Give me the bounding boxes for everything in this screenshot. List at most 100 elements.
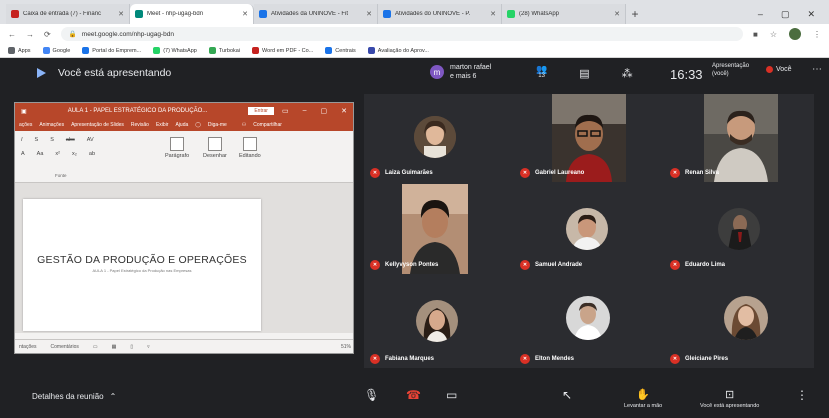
editing-group[interactable]: Editando <box>239 137 261 159</box>
presenting-button[interactable]: ⊡ Você está apresentando <box>700 388 759 409</box>
font-size-icon[interactable]: Aa <box>37 151 44 157</box>
menu-icon[interactable]: ⋮ <box>813 30 821 39</box>
camera-button[interactable]: ▭ <box>446 388 457 402</box>
share-button[interactable]: Compartilhar <box>253 122 282 128</box>
bookmark[interactable]: Word em PDF - Co... <box>252 47 313 54</box>
tell-me-field[interactable]: Diga-me <box>208 122 227 128</box>
raise-hand-button[interactable]: ✋ Levantar a mão <box>624 388 662 409</box>
participant-name-tag: ✕ Eduardo Lima <box>670 260 725 270</box>
participants-button[interactable]: 👥 13 <box>536 65 547 80</box>
whatsapp-icon <box>153 47 161 54</box>
close-window-icon[interactable]: ✕ <box>807 9 815 20</box>
browser-tab[interactable]: Atividades do UNINOVE - P. ✕ <box>378 4 502 24</box>
strikethrough-icon[interactable]: abc <box>66 137 75 143</box>
normal-view-icon[interactable]: ▭ <box>93 344 98 350</box>
participant-tile[interactable]: ✕ Eduardo Lima <box>664 182 814 274</box>
participant-name-tag: ✕ Gleiciane Pires <box>670 354 728 364</box>
notes-label[interactable]: ntações <box>19 344 37 350</box>
subscript-icon[interactable]: x₂ <box>72 151 77 157</box>
strikethrough-s-icon[interactable]: S <box>35 137 39 143</box>
participant-tile[interactable]: ✕ Laiza Guimarães <box>364 94 514 182</box>
meet-icon <box>135 10 143 18</box>
bookmark[interactable]: Avaliação do Aprov... <box>367 47 429 54</box>
back-icon[interactable]: ← <box>8 30 16 39</box>
site-icon <box>383 10 391 18</box>
microphone-button[interactable]: 🎙 <box>364 388 379 402</box>
menu-item[interactable]: Exibir <box>156 122 169 128</box>
browser-tab-active[interactable]: Meet - nhp-ugag-bdn ✕ <box>130 4 254 24</box>
zoom-level[interactable]: 51% <box>341 344 351 350</box>
more-options-icon[interactable]: ⋯ <box>812 64 822 75</box>
site-icon <box>367 47 375 54</box>
slideshow-icon[interactable]: ▿ <box>147 344 150 350</box>
ppt-menu-bar: ações Animações Apresentação de Slides R… <box>15 119 353 131</box>
font-color-icon[interactable]: A <box>21 151 25 157</box>
maximize-icon[interactable]: ▢ <box>781 9 790 20</box>
superscript-icon[interactable]: x² <box>55 151 60 157</box>
close-icon[interactable]: ✕ <box>366 10 372 18</box>
participant-tile[interactable]: ✕ Kellyvyson Pontes <box>364 182 514 274</box>
activities-icon[interactable]: ⁂ <box>622 67 633 80</box>
presentation-owner: (você) <box>712 71 729 77</box>
participant-tile[interactable]: ✕ Gleiciane Pires <box>664 274 814 368</box>
menu-item[interactable]: ações <box>19 122 32 128</box>
signin-button[interactable]: Entrar <box>248 107 274 115</box>
spacing-icon[interactable]: AV <box>87 137 94 143</box>
leave-call-button[interactable]: ☎ <box>406 388 421 402</box>
ppt-workspace: GESTÃO DA PRODUÇÃO E OPERAÇÕES AULA 1 - … <box>15 183 353 333</box>
presentation-tile-label[interactable]: Apresentação (você) <box>712 62 749 78</box>
sorter-view-icon[interactable]: ▦ <box>112 344 117 350</box>
participant-tile[interactable]: ✕ Elton Mendes <box>514 274 664 368</box>
star-icon[interactable]: ☆ <box>770 30 777 39</box>
participant-tile[interactable]: ✕ Fabiana Marques <box>364 274 514 368</box>
paragraph-group[interactable]: Parágrafo <box>165 137 189 159</box>
participant-name-tag: ✕ Laiza Guimarães <box>370 168 433 178</box>
slide-canvas[interactable]: GESTÃO DA PRODUÇÃO E OPERAÇÕES AULA 1 - … <box>23 199 261 331</box>
bookmark[interactable]: Google <box>42 47 70 54</box>
close-icon[interactable]: ✕ <box>490 10 496 18</box>
comments-label[interactable]: Comentários <box>51 344 79 350</box>
participant-tile[interactable]: ✕ Samuel Andrade <box>514 182 664 274</box>
menu-item[interactable]: Revisão <box>131 122 149 128</box>
bookmark[interactable]: (7) WhatsApp <box>153 47 197 54</box>
meeting-details-button[interactable]: Detalhes da reunião ⌃ <box>32 392 116 401</box>
ribbon-options-icon[interactable]: ▭ <box>282 107 289 115</box>
tab-label: Meet - nhp-ugag-bdn <box>147 11 204 17</box>
menu-item[interactable]: Animações <box>39 122 64 128</box>
chat-icon[interactable]: ▤ <box>579 67 589 80</box>
url-field[interactable]: 🔒 meet.google.com/nhp-ugag-bdn <box>60 27 743 41</box>
self-tile-label[interactable]: Você <box>766 66 792 73</box>
reload-icon[interactable]: ⟳ <box>44 30 51 39</box>
camera-icon[interactable]: ■ <box>753 30 758 39</box>
bookmark[interactable]: Portal do Emprem... <box>82 47 141 54</box>
minimize-icon[interactable]: – <box>303 107 307 115</box>
minimize-icon[interactable]: – <box>758 9 763 19</box>
participant-tile[interactable]: ✕ Renan Silva <box>664 94 814 182</box>
profile-avatar[interactable] <box>789 28 801 40</box>
maximize-icon[interactable]: ▢ <box>321 107 328 115</box>
menu-item[interactable]: Ajuda <box>175 122 188 128</box>
bookmark[interactable]: Turbokai <box>208 47 240 54</box>
browser-tab[interactable]: (28) WhatsApp ✕ <box>502 4 626 24</box>
browser-tab[interactable]: Caixa de entrada (7) - Financ ✕ <box>6 4 130 24</box>
participant-tile[interactable]: ✕ Gabriel Laureano <box>514 94 664 182</box>
new-tab-button[interactable]: + <box>626 4 644 24</box>
highlight-icon[interactable]: ab <box>89 151 95 157</box>
close-icon[interactable]: ✕ <box>341 107 347 115</box>
bookmark[interactable]: Apps <box>8 47 31 54</box>
close-icon[interactable]: ✕ <box>614 10 620 18</box>
shared-presentation-window[interactable]: ▣ AULA 1 - PAPEL ESTRATÉGICO DA PRODUÇÃO… <box>14 102 354 354</box>
reading-view-icon[interactable]: ▯ <box>130 344 133 350</box>
browser-tab[interactable]: Atividades da UNINOVE - Fit ✕ <box>254 4 378 24</box>
more-options-button[interactable]: ⋮ <box>796 388 808 402</box>
bookmark[interactable]: Centrais <box>325 47 356 54</box>
browser-tabbar: Caixa de entrada (7) - Financ ✕ Meet - n… <box>0 0 829 24</box>
forward-icon[interactable]: → <box>26 30 34 39</box>
close-icon[interactable]: ✕ <box>118 10 124 18</box>
draw-group[interactable]: Desenhar <box>203 137 227 159</box>
menu-item[interactable]: Apresentação de Slides <box>71 122 124 128</box>
close-icon[interactable]: ✕ <box>242 10 248 18</box>
italic-icon[interactable]: I <box>21 137 23 143</box>
bold-icon[interactable]: S <box>50 137 54 143</box>
people-chip[interactable]: m marton rafael e mais 6 <box>430 63 491 81</box>
